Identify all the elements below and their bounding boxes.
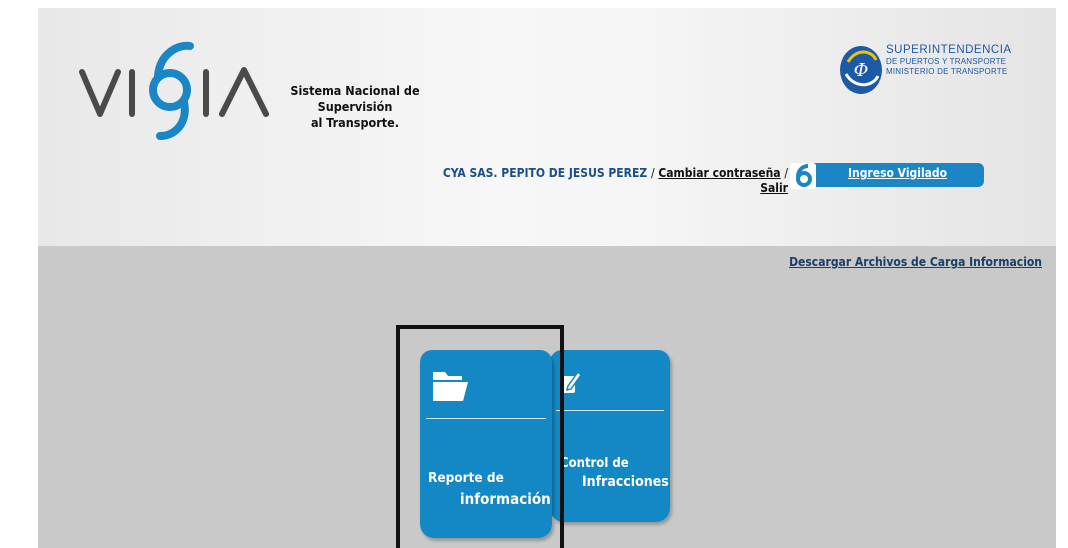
separator: / [650,166,655,180]
super-line1: SUPERINTENDENCIA [886,44,1012,56]
super-line2: DE PUERTOS Y TRANSPORTE [886,57,1007,66]
system-name-line1: Sistema Nacional de Supervisión [290,83,420,114]
separator: / [784,166,788,180]
vigia-mark-icon [790,163,816,189]
change-password-link[interactable]: Cambiar contraseña [658,166,780,180]
superintendencia-emblem-icon: Φ [840,46,882,94]
main-content: Descargar Archivos de Carga Informacion … [38,246,1056,548]
super-line3: MINISTERIO DE TRANSPORTE [886,67,1008,76]
user-bar: CYA SAS. PEPITO DE JESUS PEREZ / Cambiar… [418,166,788,196]
superintendencia-logo: Φ SUPERINTENDENCIA DE PUERTOS Y TRANSPOR… [838,38,1018,98]
tile-control-line2: Infracciones [582,474,669,490]
user-name: CYA SAS. PEPITO DE JESUS PEREZ [442,166,648,180]
ingreso-vigilado-label: Ingreso Vigilado [848,166,948,180]
header: Sistema Nacional de Supervisión al Trans… [38,8,1056,246]
ingreso-vigilado-button[interactable]: Ingreso Vigilado [790,163,984,189]
system-name-line2: al Transporte. [310,115,400,130]
system-name: Sistema Nacional de Supervisión al Trans… [260,83,450,131]
download-files-link[interactable]: Descargar Archivos de Carga Informacion [789,255,1042,269]
tile-control-infracciones[interactable]: Control de Infracciones [550,350,670,522]
tile-control-line1: Control de [560,456,629,471]
highlight-box [396,325,564,548]
vigia-logo [76,36,276,146]
logout-link[interactable]: Salir [760,181,788,195]
svg-text:Φ: Φ [854,60,869,81]
app-frame: Sistema Nacional de Supervisión al Trans… [38,8,1056,548]
tile-divider [556,410,664,411]
